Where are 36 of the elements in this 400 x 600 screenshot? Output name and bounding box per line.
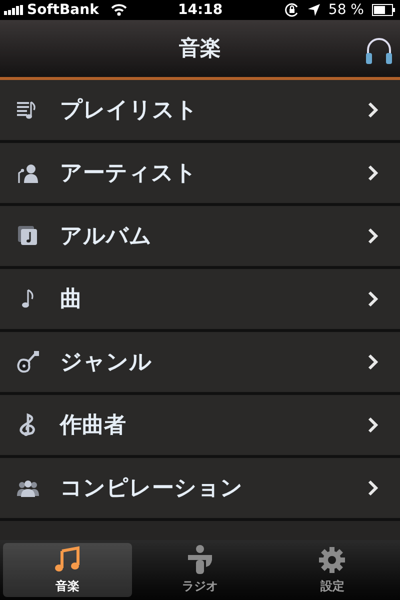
location-arrow-icon: [308, 4, 320, 16]
rotation-lock-icon: [284, 2, 300, 18]
tab-button[interactable]: 設定: [268, 543, 397, 597]
chevron-icon: [368, 228, 378, 244]
clock-time: 14:18: [178, 0, 223, 20]
tab-button[interactable]: 音楽: [3, 543, 132, 597]
album-icon: [16, 224, 40, 248]
item-label: アーティスト: [60, 160, 197, 188]
item-label: アルバム: [60, 222, 152, 250]
list-item[interactable]: コンピレーション: [0, 458, 400, 521]
list-item[interactable]: プレイリスト: [0, 80, 400, 143]
chevron-icon: [368, 417, 378, 433]
battery-icon: [372, 4, 396, 16]
nav-title: 音楽: [179, 34, 221, 62]
chevron-icon: [368, 291, 378, 307]
list-item[interactable]: 作曲者: [0, 395, 400, 458]
item-label: 作曲者: [60, 412, 126, 440]
signal-icon: [4, 5, 24, 15]
tab-button[interactable]: ラジオ: [135, 543, 265, 597]
list-item[interactable]: 曲: [0, 269, 400, 332]
item-label: プレイリスト: [60, 96, 198, 124]
headphones-icon[interactable]: [364, 36, 394, 66]
chevron-icon: [368, 480, 378, 496]
list-item[interactable]: アルバム: [0, 206, 400, 269]
chevron-icon: [368, 354, 378, 370]
item-label: コンピレーション: [60, 474, 243, 502]
wifi-icon: [110, 4, 127, 16]
carrier-name: SoftBank: [27, 0, 99, 20]
item-label: ジャンル: [60, 348, 152, 376]
list-item[interactable]: アーティスト: [0, 143, 400, 206]
chevron-icon: [368, 102, 378, 118]
item-label: 曲: [60, 286, 82, 314]
list-item[interactable]: ジャンル: [0, 332, 400, 395]
gear-icon: [317, 545, 348, 575]
chevron-icon: [368, 165, 378, 181]
battery-percent: 58 %: [328, 0, 364, 20]
